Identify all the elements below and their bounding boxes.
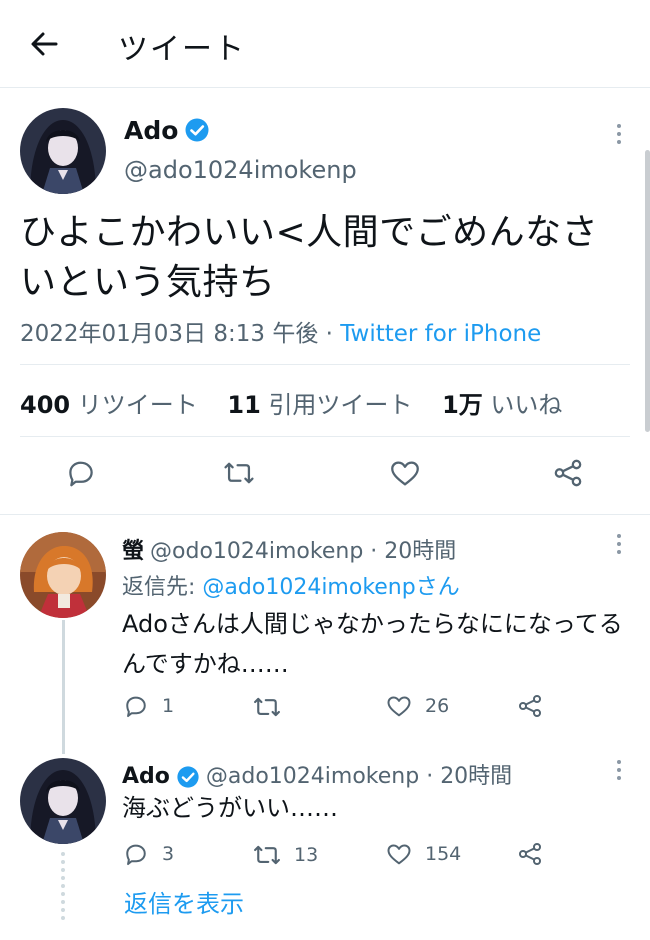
avatar[interactable] [20,532,106,618]
like-button[interactable]: 26 [385,692,449,720]
tweet-source-link[interactable]: Twitter for iPhone [340,321,541,347]
scrollbar-thumb[interactable] [645,150,650,432]
reply-icon [126,696,146,718]
section-divider [0,514,650,515]
reply-author-handle[interactable]: @ado1024imokenp [206,764,419,789]
reply-button[interactable]: 3 [122,840,174,868]
like-button[interactable]: 154 [385,840,461,868]
divider [20,364,630,365]
reply-button[interactable] [64,456,98,490]
retweet-icon [224,462,254,484]
verified-icon [177,766,199,788]
avatar[interactable] [20,108,106,194]
like-count: 26 [425,695,450,717]
retweet-button[interactable] [222,456,256,490]
tweet-meta: 2022年01月03日 8:13 午後 · Twitter for iPhone [20,314,541,348]
share-icon [518,694,542,718]
reply-text: 海ぶどうがいい…… [122,794,338,822]
tweet-text: ひよこかわいい<人間でごめんなさいという気持ち [20,212,599,303]
retweet-button[interactable] [252,692,282,722]
likes-label[interactable]: いいね [490,391,562,419]
reply-to-line: 返信先: @ado1024imokenpさん [122,569,460,601]
share-button[interactable] [551,456,585,490]
reply-header: 螢 @odo1024imokenp · 20時間 [122,533,456,565]
show-replies-link[interactable]: 返信を表示 [124,884,244,919]
more-options-icon[interactable] [614,534,624,558]
more-options-icon[interactable] [614,760,624,784]
retweet-icon [254,697,280,717]
retweet-icon [254,845,280,865]
reply-icon [126,844,146,866]
likes-count[interactable]: 1万 [442,391,483,419]
reply-time[interactable]: 20時間 [440,764,512,789]
quotes-label[interactable]: 引用ツイート [268,391,412,419]
reply-author-handle[interactable]: @odo1024imokenp [150,539,363,564]
back-button[interactable] [26,26,62,62]
reply-icon [69,461,93,487]
reply-count: 3 [162,843,175,865]
retweet-button[interactable]: 13 [252,840,318,870]
reply-text: Adoさんは人間じゃなかったらなにになってるんですかね…… [122,610,623,678]
thread-line [62,620,65,754]
share-button[interactable] [516,840,544,868]
tweet-timestamp[interactable]: 2022年01月03日 8:13 午後 [20,321,318,347]
page-title: ツイート [118,32,246,67]
reply-button[interactable]: 1 [122,692,174,720]
like-button[interactable] [388,456,422,490]
meta-separator: · [426,764,434,789]
share-icon [518,842,542,866]
verified-badge [184,117,210,147]
reply-header: Ado @ado1024imokenp · 20時間 [122,758,512,790]
reply-to-label: 返信先: [122,575,196,600]
author-name[interactable]: Ado [124,116,178,145]
meta-separator: · [325,321,333,347]
heart-icon [391,461,419,486]
reply-author-name[interactable]: 螢 [122,539,144,564]
reply-count: 1 [162,695,175,717]
share-button[interactable] [516,692,544,720]
thread-dots [61,852,66,924]
share-icon [554,459,582,487]
tweet-stats: 400 リツイート 11 引用ツイート 1万 いいね [20,385,584,420]
heart-icon [387,844,411,865]
retweets-label[interactable]: リツイート [78,391,198,419]
retweets-count[interactable]: 400 [20,391,70,419]
avatar[interactable] [20,758,106,844]
quotes-count[interactable]: 11 [227,391,260,419]
reply-to-link[interactable]: @ado1024imokenpさん [202,575,459,600]
reply-author-name[interactable]: Ado [122,764,170,789]
author-handle[interactable]: @ado1024imokenp [124,156,357,184]
retweet-count: 13 [294,844,319,866]
header-bar: ツイート [0,0,650,88]
arrow-left-icon [31,32,58,56]
like-count: 154 [425,843,462,865]
reply-time[interactable]: 20時間 [384,539,456,564]
more-options-icon[interactable] [614,124,624,148]
meta-separator: · [370,539,378,564]
heart-icon [387,696,411,717]
verified-icon [185,118,209,142]
divider [20,436,630,437]
